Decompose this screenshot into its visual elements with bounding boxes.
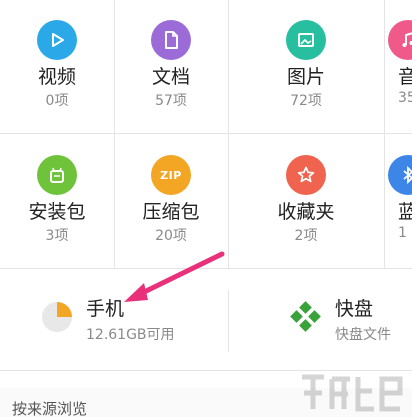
- category-favorites[interactable]: 收藏夹 2项: [228, 135, 384, 269]
- category-label: 收藏夹: [228, 197, 384, 224]
- category-images[interactable]: 图片 72项: [228, 0, 384, 134]
- package-icon: [37, 155, 77, 195]
- category-count: 2项: [228, 225, 384, 245]
- category-count: 0项: [0, 90, 114, 110]
- category-label: 压缩包: [114, 197, 228, 224]
- category-count: 35: [398, 90, 412, 106]
- category-packages[interactable]: 安装包 3项: [0, 135, 114, 269]
- category-label: 安装包: [0, 197, 114, 224]
- phone-storage[interactable]: 手机 12.61GB可用: [0, 272, 228, 370]
- star-icon: [286, 155, 326, 195]
- category-archives[interactable]: ZIP 压缩包 20项: [114, 135, 228, 269]
- category-count: 57项: [114, 90, 228, 110]
- kuaipan-title: 快盘: [335, 294, 373, 321]
- category-video[interactable]: 视频 0项: [0, 0, 114, 134]
- phone-storage-title: 手机: [86, 294, 124, 321]
- storage-pie-icon: [40, 300, 74, 334]
- category-count: 72项: [228, 90, 384, 110]
- kuaipan-subtitle: 快盘文件: [335, 324, 391, 344]
- kuaipan-icon: [289, 300, 323, 334]
- category-label: 文档: [114, 62, 228, 89]
- zip-icon-text: ZIP: [160, 169, 182, 182]
- category-label: 音: [398, 62, 412, 89]
- category-music[interactable]: 音 35: [384, 0, 412, 134]
- kuaipan-storage[interactable]: 快盘 快盘文件: [229, 272, 412, 370]
- category-label: 蓝: [398, 197, 412, 224]
- music-icon: [388, 20, 412, 60]
- watermark-logo: [296, 369, 406, 415]
- category-label: 图片: [228, 62, 384, 89]
- zip-icon: ZIP: [151, 155, 191, 195]
- storage-row: 手机 12.61GB可用 快盘 快盘文件: [0, 272, 412, 370]
- play-icon: [37, 20, 77, 60]
- image-icon: [286, 20, 326, 60]
- bluetooth-icon: [388, 155, 412, 195]
- category-grid: 视频 0项 文档 57项 图片 72项 音 35 安装包 3项 ZIP 压缩: [0, 0, 412, 270]
- category-count: 20项: [114, 225, 228, 245]
- category-label: 视频: [0, 62, 114, 89]
- phone-storage-free: 12.61GB可用: [86, 324, 175, 344]
- category-bluetooth[interactable]: 蓝 1: [384, 135, 412, 269]
- category-documents[interactable]: 文档 57项: [114, 0, 228, 134]
- category-count: 3项: [0, 225, 114, 245]
- browse-by-source-label: 按来源浏览: [12, 398, 87, 419]
- document-icon: [151, 20, 191, 60]
- category-count: 1: [398, 225, 412, 241]
